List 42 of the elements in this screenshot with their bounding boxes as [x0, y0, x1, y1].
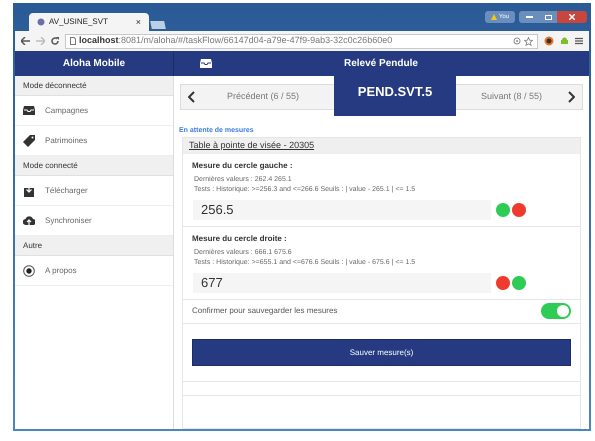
- menu-item[interactable]: A propos: [15, 256, 173, 286]
- tray-icon: [23, 104, 35, 116]
- close-icon: [569, 14, 575, 20]
- previous-link[interactable]: Précédent (6 / 55): [227, 90, 300, 104]
- tray-icon[interactable]: [200, 59, 212, 68]
- cloud-upload-icon: [23, 214, 35, 226]
- back-icon[interactable]: [21, 37, 30, 45]
- maximize-button[interactable]: [539, 11, 557, 23]
- star-icon[interactable]: [524, 36, 533, 46]
- radio-icon: [23, 264, 35, 276]
- page-title: Relevé Pendule: [344, 57, 418, 71]
- previous-icon[interactable]: [188, 90, 195, 103]
- confirm-toggle[interactable]: [541, 303, 571, 319]
- warning-icon: [490, 14, 497, 20]
- browser-tab[interactable]: AV_USINE_SVT ×: [29, 13, 149, 31]
- new-tab-button[interactable]: [150, 21, 166, 29]
- extension-icon[interactable]: [544, 36, 554, 46]
- url-text: localhost:8081/m/aloha/#/taskFlow/66147d04-a79e-47f9-9ab3-32c0c26b60e0: [79, 34, 392, 48]
- address-bar[interactable]: localhost:8081/m/aloha/#/taskFlow/66147d04-a79e-47f9-9ab3-32c0c26b60e0: [65, 34, 538, 48]
- page-icon: [70, 37, 76, 45]
- measure-title: Mesure du cercle gauche :: [192, 160, 294, 172]
- menu-item[interactable]: Campagnes: [15, 96, 173, 126]
- save-button[interactable]: Sauver mesure(s): [192, 339, 571, 366]
- section-header: Autre: [23, 240, 42, 252]
- measure-input[interactable]: 256.5: [193, 200, 491, 220]
- next-link[interactable]: Suivant (8 / 55): [480, 90, 542, 104]
- measure-input[interactable]: 677: [193, 272, 491, 292]
- reload-icon[interactable]: [51, 37, 59, 45]
- tab-title: AV_USINE_SVT: [49, 16, 109, 28]
- minimize-button[interactable]: [519, 11, 539, 23]
- confirm-label: Confirmer pour sauvegarder les mesures: [192, 305, 338, 317]
- menu-item[interactable]: Télécharger: [15, 176, 173, 206]
- menu-icon[interactable]: [575, 37, 583, 45]
- close-window-button[interactable]: [557, 11, 587, 23]
- measure-title: Mesure du cercle droite :: [192, 232, 288, 244]
- current-item-title: PEND.SVT.5: [334, 74, 456, 116]
- next-icon[interactable]: [568, 90, 575, 103]
- location-icon[interactable]: [513, 37, 521, 45]
- close-tab-button[interactable]: ×: [136, 18, 141, 26]
- section-header: Mode connecté: [23, 160, 78, 172]
- section-header: Mode déconnecté: [23, 80, 87, 92]
- tag-icon: [23, 134, 35, 146]
